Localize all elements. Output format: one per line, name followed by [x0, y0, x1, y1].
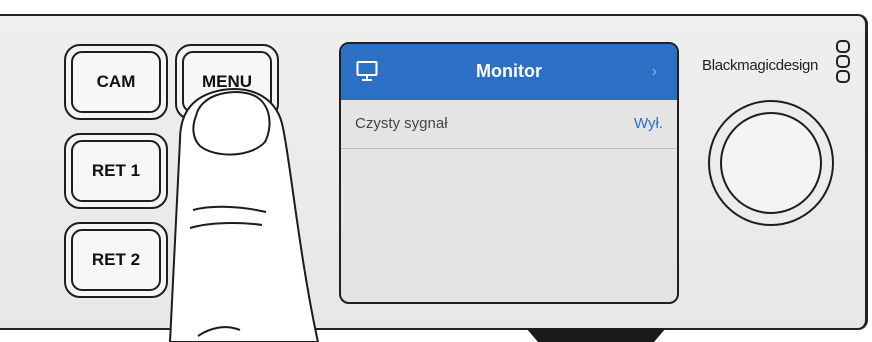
control-knob[interactable] [706, 98, 836, 228]
ret2-button[interactable]: RET 2 [64, 222, 168, 298]
cam-button-label: CAM [71, 51, 161, 113]
menu-button[interactable]: MENU [175, 44, 279, 120]
menu-button-label: MENU [182, 51, 272, 113]
chevron-right-icon: › [651, 63, 657, 80]
ret1-button-label: RET 1 [71, 140, 161, 202]
brand-logo-icon [836, 40, 850, 83]
ret1-button[interactable]: RET 1 [64, 133, 168, 209]
lcd-header[interactable]: Monitor › [341, 44, 677, 100]
lcd-screen: Monitor › Czysty sygnał Wył. [339, 42, 679, 304]
brand-logo-text: Blackmagicdesign [702, 57, 819, 74]
setting-value: Wył. [633, 115, 663, 132]
setting-row-clean-feed[interactable]: Czysty sygnał Wył. [341, 100, 677, 149]
ret2-button-label: RET 2 [71, 229, 161, 291]
setting-label: Czysty sygnał [355, 115, 448, 132]
lcd-title: Monitor [476, 61, 542, 81]
device-stand [526, 328, 666, 342]
cam-button[interactable]: CAM [64, 44, 168, 120]
